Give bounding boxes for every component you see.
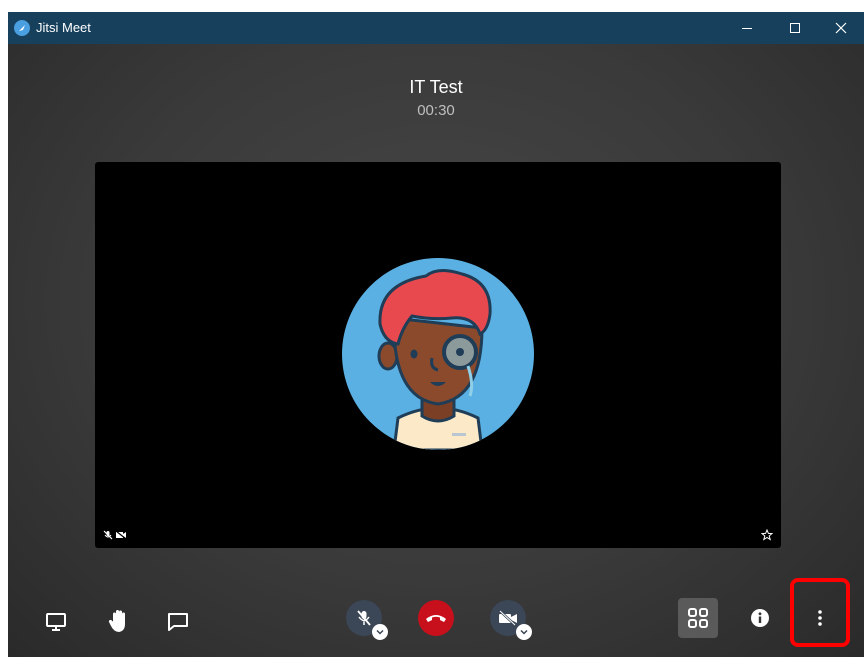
screen-share-icon bbox=[46, 613, 66, 631]
tile-view-icon bbox=[688, 608, 708, 628]
highlight-box bbox=[790, 578, 850, 647]
close-icon bbox=[835, 22, 847, 34]
video-muted-icon bbox=[499, 610, 517, 626]
hangup-icon bbox=[426, 615, 446, 622]
jitsi-logo-icon bbox=[14, 20, 30, 36]
chevron-down-icon[interactable] bbox=[372, 624, 388, 640]
app-title: Jitsi Meet bbox=[36, 20, 91, 35]
avatar bbox=[342, 258, 534, 450]
chevron-down-icon[interactable] bbox=[516, 624, 532, 640]
chat-button[interactable] bbox=[164, 608, 192, 636]
camera-button[interactable] bbox=[490, 600, 532, 640]
close-button[interactable] bbox=[818, 12, 864, 44]
tile-view-button[interactable] bbox=[678, 598, 718, 638]
info-icon bbox=[751, 609, 769, 627]
maximize-icon bbox=[790, 23, 800, 33]
video-muted-icon bbox=[115, 530, 127, 540]
hangup-button[interactable] bbox=[418, 600, 454, 636]
app-window: Jitsi Meet IT Test 00:30 bbox=[8, 12, 864, 657]
star-icon[interactable] bbox=[761, 529, 773, 541]
chat-icon bbox=[168, 613, 188, 631]
meeting-timer: 00:30 bbox=[417, 102, 455, 119]
minimize-button[interactable] bbox=[724, 12, 770, 44]
screen-share-button[interactable] bbox=[42, 608, 70, 636]
raise-hand-button[interactable] bbox=[104, 606, 134, 636]
info-button[interactable] bbox=[748, 606, 772, 630]
meeting-title: IT Test bbox=[409, 77, 463, 97]
raise-hand-icon bbox=[108, 610, 125, 632]
microphone-button[interactable] bbox=[346, 600, 388, 640]
mic-muted-icon bbox=[103, 530, 113, 540]
title-bar: Jitsi Meet bbox=[8, 12, 864, 44]
mic-muted-icon bbox=[357, 610, 371, 626]
minimize-icon bbox=[742, 28, 752, 29]
tile-status-indicators bbox=[103, 530, 127, 540]
maximize-button[interactable] bbox=[772, 12, 818, 44]
video-tile[interactable] bbox=[95, 162, 781, 548]
